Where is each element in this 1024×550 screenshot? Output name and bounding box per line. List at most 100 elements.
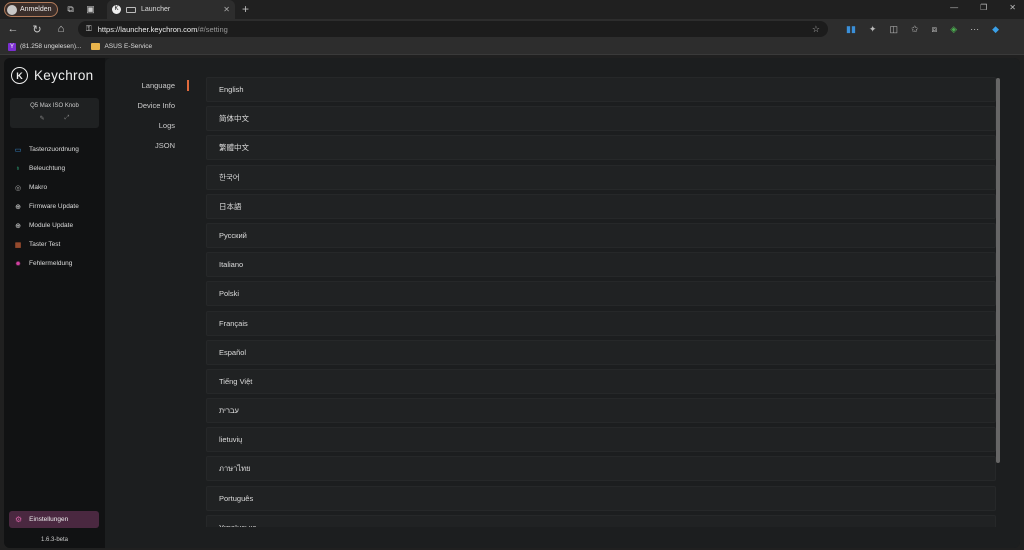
copilot-icon[interactable]: ◆: [992, 24, 999, 35]
calendar-icon: ▦: [14, 241, 22, 249]
sidebar-item-module-update[interactable]: ⊕ Module Update: [14, 216, 79, 235]
tab-launcher[interactable]: K Launcher ✕: [107, 0, 235, 19]
sidebar-item-firmware-update[interactable]: ⊕ Firmware Update: [14, 197, 79, 216]
language-option[interactable]: 繁體中文: [206, 135, 996, 161]
profile-button[interactable]: Anmelden: [4, 2, 58, 17]
macro-icon: ◎: [14, 184, 22, 192]
url-field[interactable]: ⚿ https://launcher.keychron.com/#/settin…: [78, 21, 828, 37]
keyboard-icon: ▭: [14, 146, 22, 154]
gear-icon: ⚙: [15, 515, 23, 524]
keychron-app: K Keychron Q5 Max ISO Knob ✎ ⤢ ▭ Tastenzu…: [4, 58, 1020, 548]
subnav-language[interactable]: Language: [105, 76, 196, 96]
window-close-icon[interactable]: ✕: [1009, 3, 1016, 12]
back-icon[interactable]: ←: [6, 23, 20, 35]
language-option[interactable]: Italiano: [206, 252, 996, 278]
logo-text: Keychron: [34, 68, 94, 83]
language-option[interactable]: lietuvių: [206, 427, 996, 453]
sidebar: K Keychron Q5 Max ISO Knob ✎ ⤢ ▭ Tastenzu…: [4, 58, 105, 548]
keyboard-favicon-icon: [126, 6, 136, 13]
bookmarks-bar: Y (81.258 ungelesen)... ASUS E-Service: [0, 39, 1024, 55]
logo: K Keychron: [11, 67, 93, 84]
plus-circle-icon: ⊕: [15, 222, 21, 230]
yahoo-icon: Y: [8, 42, 16, 51]
bookmark-asus[interactable]: ASUS E-Service: [91, 43, 152, 50]
device-card: Q5 Max ISO Knob ✎ ⤢: [10, 98, 99, 128]
address-toolbar: ← ↻ ⌂ ⚿ https://launcher.keychron.com/#/…: [0, 19, 1024, 39]
language-option[interactable]: ภาษาไทย: [206, 456, 996, 482]
favorite-star-icon[interactable]: ☆: [812, 24, 820, 35]
minimize-icon[interactable]: —: [950, 3, 958, 12]
language-option[interactable]: English: [206, 77, 996, 102]
language-option[interactable]: Français: [206, 310, 996, 336]
more-menu-icon[interactable]: ⋯: [970, 24, 979, 35]
language-option[interactable]: Tiếng Việt: [206, 368, 996, 394]
sidebar-item-label: Module Update: [29, 222, 74, 229]
keychron-logo-icon: K: [11, 67, 28, 84]
sidebar-item-taster-test[interactable]: ▦ Taster Test: [14, 235, 79, 254]
bookmark-label: ASUS E-Service: [104, 43, 153, 50]
subnav-json[interactable]: JSON: [105, 136, 196, 156]
sidebar-item-makro[interactable]: ◎ Makro: [14, 178, 79, 197]
bookmark-yahoo[interactable]: Y (81.258 ungelesen)...: [8, 42, 82, 51]
workspaces-icon[interactable]: ⧉: [64, 3, 78, 17]
reload-icon[interactable]: ↻: [30, 23, 44, 36]
scrollbar[interactable]: [996, 78, 1000, 463]
language-option[interactable]: Español: [206, 339, 996, 365]
plus-circle-icon: ⊕: [15, 203, 21, 211]
sidebar-item-fehlermeldung[interactable]: ✹ Fehlermeldung: [14, 254, 79, 273]
link-icon[interactable]: ⤢: [65, 115, 70, 122]
folder-icon: [91, 43, 101, 50]
url-path: /#/setting: [197, 24, 228, 34]
language-option[interactable]: 日本語: [206, 193, 996, 219]
sidebar-item-label: Beleuchtung: [29, 165, 66, 172]
profile-label: Anmelden: [20, 6, 52, 13]
sidebar-item-label: Firmware Update: [29, 203, 79, 210]
url-host: https://launcher.keychron.com: [97, 24, 198, 34]
language-option[interactable]: עברית: [206, 398, 996, 424]
settings-label: Einstellungen: [29, 516, 69, 523]
bulb-icon: ♁: [15, 165, 21, 172]
sidebar-item-label: Tastenzuordnung: [29, 146, 79, 153]
extension-green-icon[interactable]: ◈: [950, 24, 957, 35]
language-option[interactable]: 한국어: [206, 164, 996, 190]
language-option[interactable]: Русский: [206, 222, 996, 248]
language-option[interactable]: Português: [206, 485, 996, 511]
settings-subnav: Language Device Info Logs JSON: [105, 76, 196, 156]
extension-chart-icon[interactable]: ▮▮: [846, 24, 856, 35]
device-name: Q5 Max ISO Knob: [30, 103, 79, 109]
maximize-icon[interactable]: ❐: [980, 3, 987, 12]
sidebar-item-tastenzuordnung[interactable]: ▭ Tastenzuordnung: [14, 140, 79, 159]
browser-tab-bar: Anmelden ⧉ ▣ K Launcher ✕ + — ❐ ✕: [0, 0, 1024, 19]
tab-actions-icon[interactable]: ▣: [84, 3, 98, 17]
language-option[interactable]: Polski: [206, 281, 996, 307]
new-tab-icon[interactable]: +: [242, 2, 249, 16]
settings-button[interactable]: ⚙ Einstellungen: [9, 511, 99, 528]
close-tab-icon[interactable]: ✕: [223, 5, 230, 14]
language-option[interactable]: 简体中文: [206, 106, 996, 132]
collections-icon[interactable]: ⧈: [932, 24, 938, 35]
home-icon[interactable]: ⌂: [54, 23, 68, 35]
bug-icon: ✹: [15, 260, 21, 268]
main-panel: Language Device Info Logs JSON English 简…: [105, 58, 1020, 548]
edit-icon[interactable]: ✎: [40, 115, 45, 122]
avatar-icon: [7, 4, 17, 15]
sidebar-menu: ▭ Tastenzuordnung ♁ Beleuchtung ◎ Makro ⊕ Fi…: [14, 140, 79, 273]
subnav-logs[interactable]: Logs: [105, 116, 196, 136]
window-controls: — ❐ ✕: [950, 3, 1016, 12]
extensions-area: ▮▮ ✦ ◫ ✩ ⧈ ◈ ⋯ ◆: [846, 24, 999, 35]
version-label: 1.6.3-beta: [40, 537, 69, 543]
favorites-icon[interactable]: ✩: [911, 24, 919, 35]
site-info-icon[interactable]: ⚿: [86, 24, 92, 34]
sidebar-item-beleuchtung[interactable]: ♁ Beleuchtung: [14, 159, 79, 178]
language-option[interactable]: Українська: [206, 514, 996, 527]
subnav-device-info[interactable]: Device Info: [105, 96, 196, 116]
language-list: English 简体中文 繁體中文 한국어 日本語 Русский Italia…: [206, 77, 996, 527]
tab-title: Launcher: [141, 6, 171, 13]
keychron-favicon-icon: K: [112, 5, 121, 14]
split-screen-icon[interactable]: ◫: [889, 24, 898, 35]
sidebar-item-label: Makro: [29, 184, 48, 191]
bookmark-label: (81.258 ungelesen)...: [20, 43, 82, 50]
extension-puzzle-icon[interactable]: ✦: [869, 24, 877, 35]
sidebar-item-label: Fehlermeldung: [29, 260, 73, 267]
sidebar-item-label: Taster Test: [29, 241, 61, 248]
